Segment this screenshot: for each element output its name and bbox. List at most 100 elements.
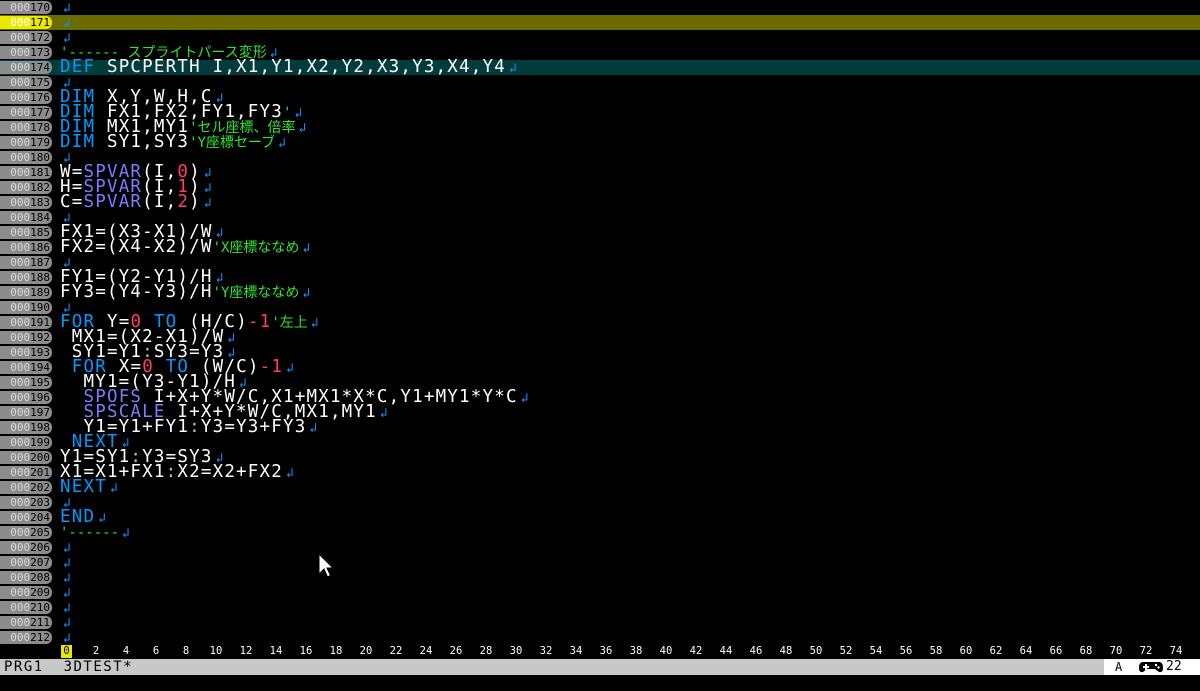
newline-mark-icon: ↲ [286,466,296,481]
code-line[interactable]: 000183 C=SPVAR(I,2) ↲ [0,192,1200,212]
line-number: 000184 [0,211,52,224]
ruler-tick: 10 [209,645,223,657]
newline-mark-icon: ↲ [298,121,308,136]
line-number: 000199 [0,436,52,449]
newline-mark-icon: ↲ [310,316,320,331]
code-text[interactable]: DEF SPCPERTH I,X1,Y1,X2,Y2,X3,Y3,X4,Y4 ↲ [60,57,518,77]
ruler-tick: 70 [1109,645,1123,657]
line-number: 000205 [0,526,52,539]
ruler-tick: 4 [122,645,130,657]
newline-mark-icon: ↲ [63,631,73,646]
gamepad-icon [1139,662,1163,673]
line-number: 000196 [0,391,52,404]
newline-mark-icon: ↲ [302,241,312,256]
line-number: 000202 [0,481,52,494]
ruler-tick: 14 [269,645,283,657]
code-text[interactable]: DIM SY1,SY3'Y座標セーブ ↲ [60,133,288,151]
ruler-tick: 74 [1169,645,1183,657]
ruler-tick: 44 [719,645,733,657]
code-line[interactable]: 000209 ↲ [0,585,1200,601]
newline-mark-icon: ↲ [278,136,288,151]
newline-mark-icon: ↲ [302,286,312,301]
code-line[interactable]: 000179 DIM SY1,SY3'Y座標セーブ ↲ [0,133,1200,151]
ruler-tick: 58 [929,645,943,657]
code-line[interactable]: 000198 Y1=Y1+FY1:Y3=Y3+FY3 ↲ [0,417,1200,437]
code-line[interactable]: 000186 FX2=(X4-X2)/W'X座標ななめ ↲ [0,238,1200,256]
line-number: 000189 [0,286,52,299]
ruler-tick: 56 [899,645,913,657]
code-line[interactable]: 000174 DEF SPCPERTH I,X1,Y1,X2,Y2,X3,Y3,X… [0,57,1200,77]
line-number: 000179 [0,136,52,149]
code-token: 2 [177,192,190,212]
code-editor[interactable]: 000170 ↲ 000171 ↲ 000172 ↲ 000173 '------ スプライト… [0,0,1200,646]
line-number: 000192 [0,331,52,344]
code-token: : [165,462,178,482]
ruler-tick: 38 [629,645,643,657]
ruler-tick: 16 [299,645,313,657]
line-number: 000193 [0,346,52,359]
line-number: 000180 [0,151,52,164]
code-token: ) [189,192,201,212]
line-number: 000178 [0,121,52,134]
ruler-tick: 12 [239,645,253,657]
code-line[interactable]: 000211 ↲ [0,615,1200,631]
newline-mark-icon: ↲ [286,361,296,376]
code-text[interactable]: FY3=(Y4-Y3)/H'Y座標ななめ ↲ [60,283,312,301]
code-token: : [189,417,201,437]
line-number: 000194 [0,361,52,374]
code-line[interactable]: 000212 ↲ [0,629,1200,646]
line-number: 000190 [0,301,52,314]
clock: 22 41 [1166,659,1182,690]
ruler-tick: 60 [959,645,973,657]
line-number: 000181 [0,166,52,179]
code-line[interactable]: 000201 X1=X1+FX1:X2=X2+FX2 ↲ [0,462,1200,482]
line-number: 000191 [0,316,52,329]
newline-mark-icon: ↲ [520,391,530,406]
status-bar: PRG1 3DTEST* A 22 41 [0,659,1200,690]
code-line[interactable]: 000207 ↲ [0,555,1200,571]
code-line[interactable]: 000205 '------ ↲ [0,525,1200,541]
input-mode-indicator: A [1115,660,1123,674]
code-line[interactable]: 000189 FY3=(Y4-Y3)/H'Y座標ななめ ↲ [0,283,1200,301]
code-line[interactable]: 000204 END ↲ [0,508,1200,526]
code-line[interactable]: 000208 ↲ [0,570,1200,586]
code-line[interactable]: 000210 ↲ [0,600,1200,616]
line-number: 000210 [0,601,52,614]
ruler-tick: 50 [809,645,823,657]
code-token: (I, [142,192,178,212]
line-number: 000177 [0,106,52,119]
line-number: 000207 [0,556,52,569]
line-number: 000187 [0,256,52,269]
line-number: 000211 [0,616,52,629]
code-line[interactable]: 000202 NEXT ↲ [0,478,1200,496]
code-token: SPCPERTH I,X1,Y1,X2,Y2,X3,Y3,X4,Y4 [95,57,506,77]
line-number: 000185 [0,226,52,239]
line-number: 000197 [0,406,52,419]
ruler-tick: 0 [61,645,72,658]
line-number: 000203 [0,496,52,509]
status-right-panel: A 22 41 [1104,659,1200,690]
code-text[interactable]: ↲ [60,629,72,646]
code-text[interactable]: C=SPVAR(I,2) ↲ [60,192,213,212]
line-number: 000209 [0,586,52,599]
code-line[interactable]: 000171 ↲ [0,15,1200,31]
newline-mark-icon: ↲ [379,406,389,421]
code-token: 'Y座標ななめ [212,285,300,301]
ruler-tick: 62 [989,645,1003,657]
line-number: 000204 [0,511,52,524]
newline-mark-icon: ↲ [309,421,319,436]
ruler-tick: 32 [539,645,553,657]
ruler-tick: 64 [1019,645,1033,657]
code-text[interactable]: FX2=(X4-X2)/W'X座標ななめ ↲ [60,238,312,256]
line-number: 000206 [0,541,52,554]
code-token: 'Y座標セーブ [189,135,276,151]
ruler-tick: 40 [659,645,673,657]
ruler-tick: 26 [449,645,463,657]
code-line[interactable]: 000170 ↲ [0,0,1200,16]
code-token: '左上 [271,315,308,331]
code-token: 'X座標ななめ [212,240,300,256]
code-line[interactable]: 000206 ↲ [0,540,1200,556]
code-line[interactable]: 000203 ↲ [0,495,1200,511]
code-line[interactable]: 000172 ↲ [0,30,1200,46]
code-token: -1 [259,357,284,377]
